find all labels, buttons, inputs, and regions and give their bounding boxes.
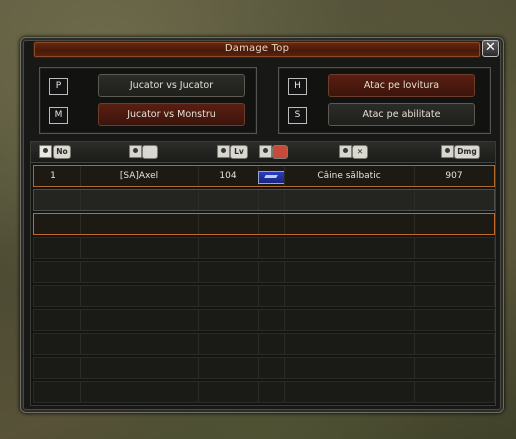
pvm-button[interactable]: Jucator vs Monstru xyxy=(98,103,245,126)
table-row[interactable] xyxy=(33,237,495,259)
column-divider xyxy=(284,358,285,378)
damage-header-label: Dmg xyxy=(454,145,480,159)
skill-attack-button[interactable]: Atac pe abilitate xyxy=(328,103,475,126)
level-person-icon xyxy=(217,145,230,158)
hit-attack-button[interactable]: Atac pe lovitura xyxy=(328,74,475,97)
column-divider xyxy=(198,286,199,306)
key-p-badge: P xyxy=(49,78,68,95)
column-divider xyxy=(80,262,81,282)
column-divider xyxy=(198,238,199,258)
column-divider xyxy=(258,358,259,378)
ranking-table: No Lv ✕ Dmg 1 [SA]Axel 104 Câine sălbati… xyxy=(30,141,496,406)
column-divider xyxy=(284,310,285,330)
column-divider xyxy=(284,238,285,258)
column-divider xyxy=(258,238,259,258)
attack-type-panel: H Atac pe lovitura S Atac pe abilitate xyxy=(278,67,491,134)
rank-cell: 1 xyxy=(50,171,56,181)
key-m-badge: M xyxy=(49,107,68,124)
column-divider xyxy=(284,214,285,234)
level-header-label: Lv xyxy=(230,145,248,159)
column-divider xyxy=(258,190,259,210)
table-row[interactable] xyxy=(33,285,495,307)
table-row[interactable]: 1 [SA]Axel 104 Câine sălbatic 907 xyxy=(33,165,495,187)
column-divider xyxy=(258,334,259,354)
empire-crest-icon xyxy=(258,171,285,184)
column-divider xyxy=(414,262,415,282)
table-row[interactable] xyxy=(33,333,495,355)
column-divider xyxy=(258,382,259,402)
column-divider xyxy=(284,262,285,282)
column-divider xyxy=(284,334,285,354)
key-s-badge: S xyxy=(288,107,307,124)
column-divider xyxy=(258,214,259,234)
table-row[interactable] xyxy=(33,189,495,211)
column-divider xyxy=(80,334,81,354)
column-divider xyxy=(258,262,259,282)
column-divider xyxy=(80,238,81,258)
column-divider xyxy=(414,382,415,402)
name-header-key-icon xyxy=(142,145,158,159)
damage-cell: 907 xyxy=(445,171,463,181)
table-row[interactable] xyxy=(33,381,495,403)
target-icon xyxy=(339,145,352,158)
title-bar[interactable]: Damage Top xyxy=(33,41,481,58)
target-cell: Câine sălbatic xyxy=(317,171,381,181)
column-divider xyxy=(198,214,199,234)
rank-header-label: No xyxy=(53,145,71,159)
column-divider xyxy=(198,262,199,282)
combat-type-panel: P Jucator vs Jucator M Jucator vs Monstr… xyxy=(39,67,257,134)
close-button[interactable]: ✕ xyxy=(482,40,499,57)
column-divider xyxy=(198,310,199,330)
crown-icon xyxy=(39,145,52,158)
cross-icon: ✕ xyxy=(352,145,368,159)
column-divider xyxy=(284,190,285,210)
column-divider xyxy=(258,286,259,306)
column-divider xyxy=(258,310,259,330)
column-divider xyxy=(198,334,199,354)
column-divider xyxy=(414,334,415,354)
column-divider xyxy=(80,382,81,402)
column-divider xyxy=(80,214,81,234)
table-row[interactable] xyxy=(33,357,495,379)
column-divider xyxy=(414,190,415,210)
column-divider xyxy=(414,238,415,258)
table-row[interactable] xyxy=(33,261,495,283)
column-divider xyxy=(198,358,199,378)
damage-person-icon xyxy=(441,145,454,158)
table-row[interactable] xyxy=(33,213,495,235)
column-divider xyxy=(198,190,199,210)
column-divider xyxy=(414,214,415,234)
column-divider xyxy=(414,310,415,330)
window-title: Damage Top xyxy=(224,43,290,54)
column-divider xyxy=(284,286,285,306)
column-divider xyxy=(198,382,199,402)
column-divider xyxy=(414,358,415,378)
character-icon xyxy=(129,145,142,158)
level-cell: 104 xyxy=(219,171,237,181)
column-divider xyxy=(284,382,285,402)
table-header: No Lv ✕ Dmg xyxy=(31,142,495,163)
heart-icon xyxy=(272,145,288,159)
pvp-button[interactable]: Jucator vs Jucator xyxy=(98,74,245,97)
column-divider xyxy=(80,190,81,210)
table-row[interactable] xyxy=(33,309,495,331)
key-h-badge: H xyxy=(288,78,307,95)
name-cell: [SA]Axel xyxy=(119,171,159,181)
column-divider xyxy=(80,286,81,306)
column-divider xyxy=(80,310,81,330)
column-divider xyxy=(80,358,81,378)
empire-flag-icon xyxy=(259,145,272,158)
column-divider xyxy=(414,286,415,306)
damage-top-window: Damage Top ✕ P Jucator vs Jucator M Juca… xyxy=(20,37,504,413)
